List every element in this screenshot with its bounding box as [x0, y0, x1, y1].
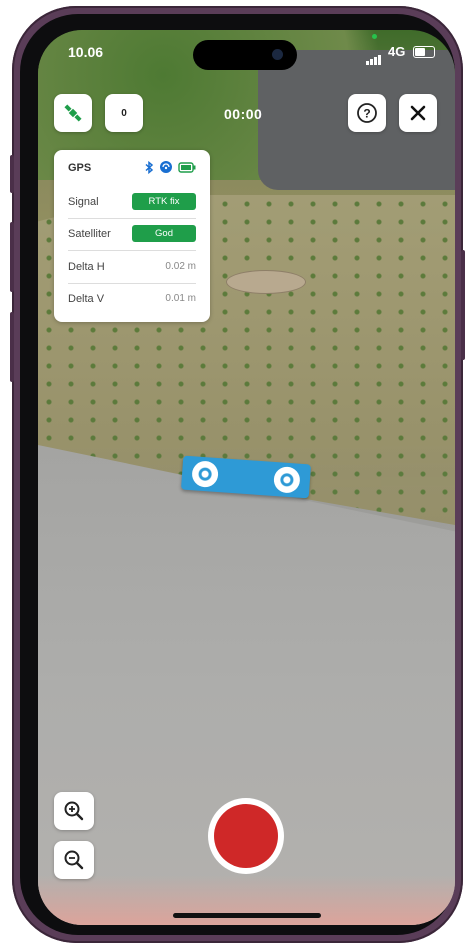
- svg-text:?: ?: [363, 107, 370, 121]
- divider: [68, 250, 196, 251]
- marker-target-right: [273, 465, 301, 494]
- silent-switch: [10, 155, 14, 193]
- zoom-out-button[interactable]: [54, 841, 94, 879]
- delta-h-label: Delta H: [68, 261, 105, 273]
- gps-row-signal: Signal RTK fix: [68, 193, 196, 210]
- status-time: 10.06: [68, 44, 104, 60]
- record-icon: [214, 804, 278, 868]
- recording-timer: 00:00: [224, 106, 263, 122]
- zoom-in-button[interactable]: [54, 792, 94, 830]
- zoom-out-icon: [64, 850, 84, 870]
- satellites-label: Satelliter: [68, 228, 111, 240]
- close-icon: [410, 105, 426, 121]
- delta-v-value: 0.01 m: [165, 293, 196, 304]
- bluetooth-icon: [145, 160, 154, 174]
- camera-lens: [272, 49, 283, 60]
- signal-globe-icon: [160, 161, 172, 173]
- camera-viewfinder[interactable]: 10.06 4G 0 00:00 ? GPS Signal RTK fix Sa…: [38, 30, 455, 925]
- signal-label: Signal: [68, 196, 99, 208]
- volume-up-button: [10, 222, 14, 292]
- network-type: 4G: [388, 44, 406, 59]
- gps-row-delta-h: Delta H 0.02 m: [68, 261, 196, 273]
- dynamic-island: [193, 40, 297, 70]
- gps-battery-icon: [178, 161, 196, 173]
- satellite-icon: [64, 104, 82, 122]
- power-button: [461, 250, 465, 360]
- delta-v-label: Delta V: [68, 293, 105, 305]
- volume-down-button: [10, 312, 14, 382]
- divider: [68, 283, 196, 284]
- zoom-in-icon: [64, 801, 84, 821]
- close-button[interactable]: [399, 94, 437, 132]
- divider: [68, 218, 196, 219]
- gps-button[interactable]: [54, 94, 92, 132]
- gps-row-delta-v: Delta V 0.01 m: [68, 293, 196, 305]
- delta-h-value: 0.02 m: [165, 261, 196, 272]
- privacy-indicator: [372, 34, 377, 39]
- background-manhole: [226, 270, 306, 294]
- home-indicator[interactable]: [173, 913, 321, 918]
- battery-icon: [413, 46, 435, 58]
- question-circle-icon: ?: [357, 103, 377, 123]
- gps-panel-title: GPS: [68, 162, 92, 174]
- record-button[interactable]: [208, 798, 284, 874]
- cellular-signal-icon: [366, 47, 382, 65]
- gps-device-icons: [144, 160, 196, 174]
- help-button[interactable]: ?: [348, 94, 386, 132]
- gps-row-satellites: Satelliter God: [68, 225, 196, 242]
- gps-panel: GPS Signal RTK fix Satelliter God Delta …: [54, 150, 210, 322]
- marker-target-left: [191, 460, 219, 489]
- signal-status-badge: RTK fix: [132, 193, 196, 210]
- satellites-status-badge: God: [132, 225, 196, 242]
- point-counter[interactable]: 0: [105, 94, 143, 132]
